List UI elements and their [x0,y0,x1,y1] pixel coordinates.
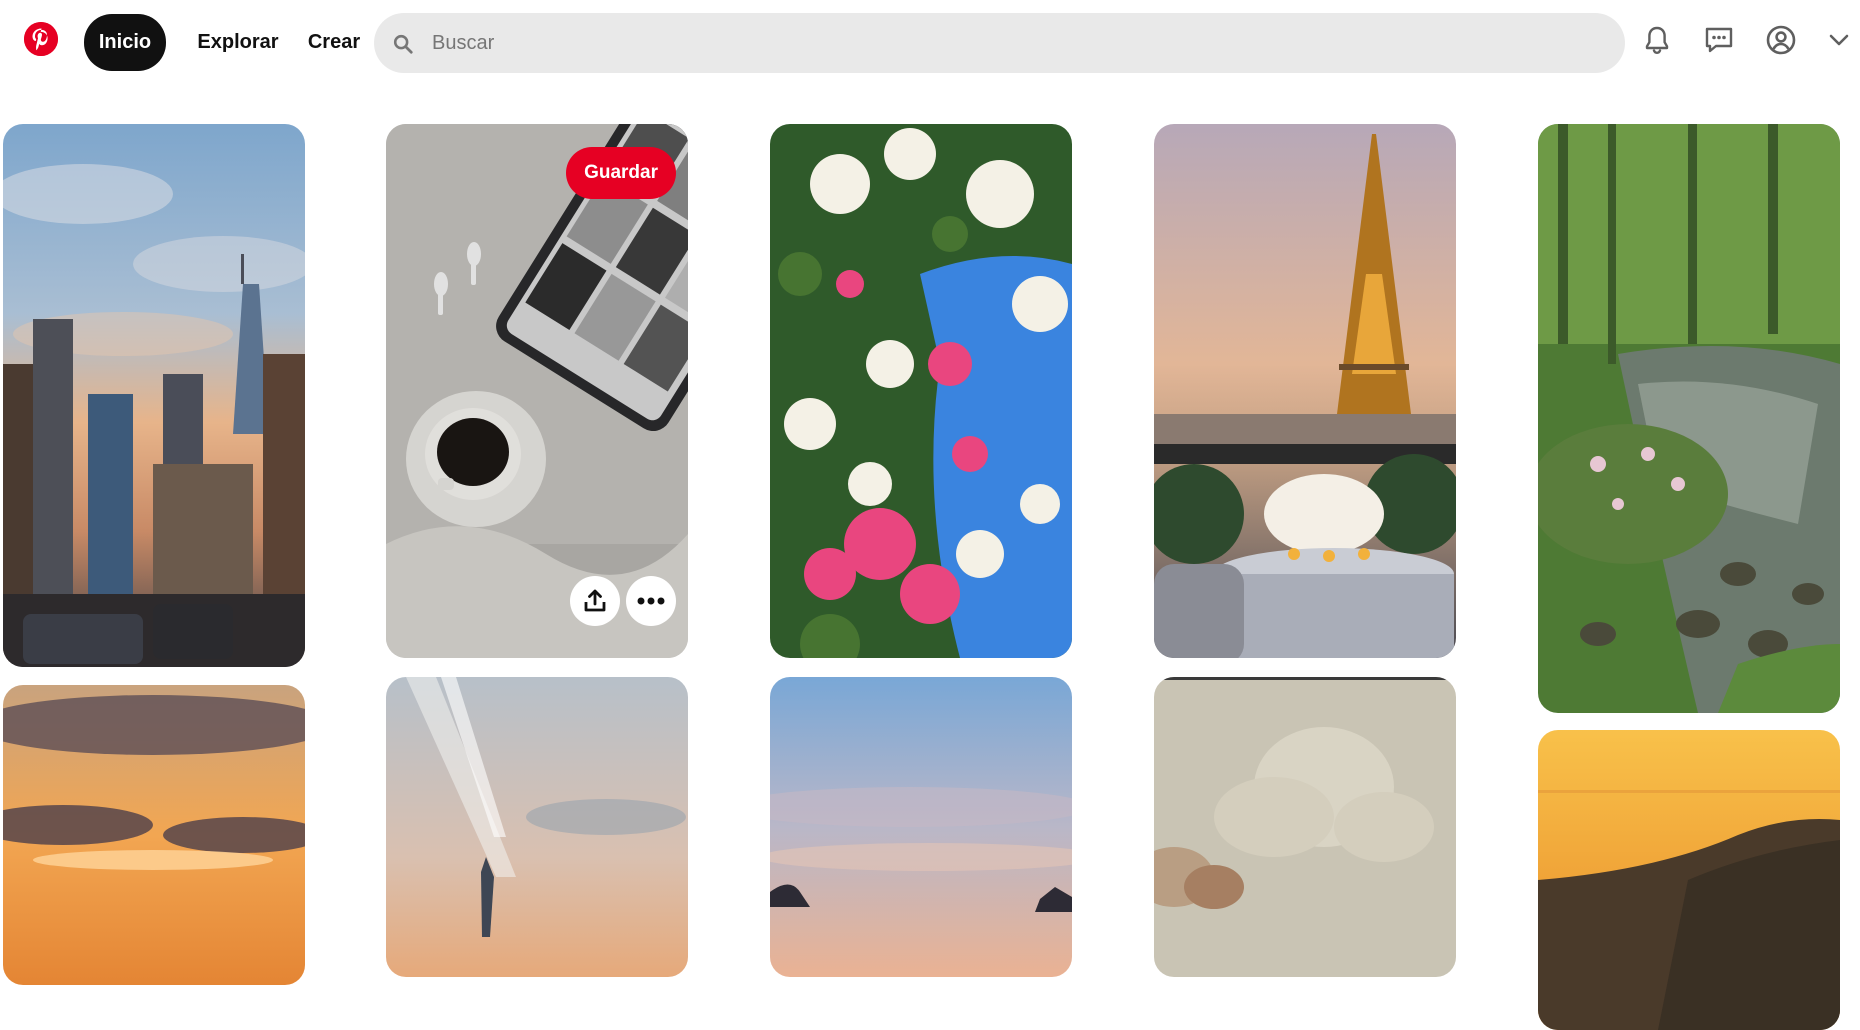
search-input[interactable] [432,13,1602,73]
pin-image [1538,124,1840,713]
account-chevron-down-icon[interactable] [1821,22,1857,58]
pinterest-logo-icon[interactable] [24,22,58,56]
pin-image [3,124,305,667]
pin-image [770,677,1072,977]
pin-bougainvillea-sky[interactable] [770,124,1072,658]
top-nav-bar: Inicio Explorar Crear [0,0,1860,80]
nav-create-link[interactable]: Crear [300,14,368,71]
pin-painting-clouds[interactable] [1154,677,1456,977]
search-icon [393,34,413,54]
pin-evening-sky[interactable] [770,677,1072,977]
profile-icon[interactable] [1763,22,1799,58]
messages-icon[interactable] [1701,22,1737,58]
pin-sunset-clouds[interactable] [3,685,305,985]
pin-sky-light-rays[interactable] [386,677,688,977]
pin-coffee-tablet[interactable]: Guardar [386,124,688,658]
pin-eiffel-tower-dinner[interactable] [1154,124,1456,658]
share-upload-icon [584,589,606,612]
pin-city-skyline[interactable] [3,124,305,667]
pin-forest-stream[interactable] [1538,124,1840,713]
pin-image [1154,677,1456,977]
pin-golden-coast[interactable] [1538,730,1840,1030]
nav-home-button[interactable]: Inicio [84,14,166,71]
pin-image [1154,124,1456,658]
pin-image [386,677,688,977]
pin-image [770,124,1072,658]
pin-image [3,685,305,985]
notifications-bell-icon[interactable] [1639,22,1675,58]
more-options-button[interactable] [626,576,676,626]
nav-explore-link[interactable]: Explorar [190,14,286,71]
ellipsis-icon [637,597,665,605]
share-button[interactable] [570,576,620,626]
save-button[interactable]: Guardar [566,147,676,199]
pin-image [1538,730,1840,1030]
search-bar[interactable] [374,13,1625,73]
